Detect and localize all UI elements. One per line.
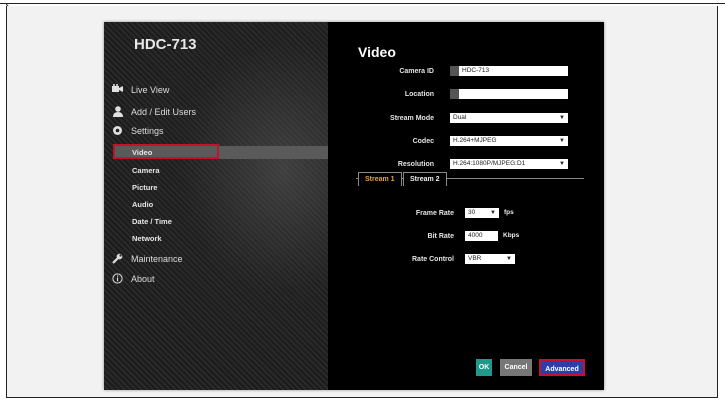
gear-icon [112,125,123,136]
web-ui-screenshot: HDC-713 Live View Add / Edit Users Setti… [104,22,604,390]
page-title: Video [358,44,396,60]
rate-control-select[interactable]: VBR ▼ [465,254,515,264]
sidebar-subitem-audio[interactable]: Audio [132,200,153,209]
stream-mode-label: Stream Mode [390,115,434,122]
tab-stream-1[interactable]: Stream 1 [358,172,402,186]
video-highlight-box [113,144,219,159]
chevron-down-icon: ▼ [559,115,565,121]
field-prefix [450,66,459,76]
rate-control-value: VBR [468,255,482,262]
frame-rate-value: 30 [468,209,476,216]
frame-rate-unit: fps [504,209,514,216]
video-camera-icon [112,84,123,95]
tab-stream-2[interactable]: Stream 2 [403,172,447,186]
sidebar: HDC-713 Live View Add / Edit Users Setti… [104,22,328,390]
sidebar-subitem-camera[interactable]: Camera [132,166,160,175]
info-icon [112,273,123,284]
chevron-down-icon: ▼ [506,256,512,262]
camera-id-label: Camera ID [399,68,434,75]
camera-id-value: HDC-713 [462,67,490,74]
stream-mode-value: Dual [453,114,467,121]
sidebar-subitem-network[interactable]: Network [132,234,162,243]
chevron-down-icon: ▼ [490,210,496,216]
sidebar-subitem-picture[interactable]: Picture [132,183,157,192]
chevron-down-icon: ▼ [559,161,565,167]
cancel-button[interactable]: Cancel [500,359,532,376]
sidebar-item-label: Settings [131,125,164,136]
stream-mode-select[interactable]: Dual ▼ [450,113,568,123]
sidebar-item-maintenance[interactable]: Maintenance [112,253,183,264]
bit-rate-unit: Kbps [503,232,520,239]
codec-value: H.264+MJPEG [453,137,497,144]
rate-control-label: Rate Control [412,256,454,263]
sidebar-item-add-edit-users[interactable]: Add / Edit Users [112,106,196,117]
sidebar-item-settings[interactable]: Settings [112,125,164,136]
bit-rate-input[interactable]: 4000 [465,231,498,241]
device-model-title: HDC-713 [134,36,197,53]
sidebar-item-live-view[interactable]: Live View [112,84,169,95]
frame-top-border [0,3,725,4]
sidebar-subitem-date-time[interactable]: Date / Time [132,217,172,226]
sidebar-item-about[interactable]: About [112,273,155,284]
location-label: Location [404,91,434,98]
codec-label: Codec [412,138,434,145]
codec-select[interactable]: H.264+MJPEG ▼ [450,136,568,146]
camera-id-field[interactable]: HDC-713 [450,66,568,76]
frame-rate-label: Frame Rate [415,210,454,217]
field-prefix [450,89,459,99]
sidebar-item-label: Live View [131,84,170,95]
resolution-select[interactable]: H.264:1080P/MJPEG:D1 ▼ [450,159,568,169]
bit-rate-value: 4000 [468,232,483,239]
location-field[interactable] [450,89,568,99]
sidebar-item-label: About [131,273,155,284]
chevron-down-icon: ▼ [559,138,565,144]
bit-rate-label: Bit Rate [427,233,454,240]
frame-rate-select[interactable]: 30 ▼ [465,208,499,218]
resolution-label: Resolution [397,161,434,168]
advanced-button[interactable]: Advanced [539,359,585,376]
user-icon [112,106,123,117]
ok-button[interactable]: OK [476,359,492,376]
wrench-icon [112,253,123,264]
sidebar-item-label: Maintenance [131,253,183,264]
resolution-value: H.264:1080P/MJPEG:D1 [453,160,526,167]
main-panel: Video Camera ID HDC-713 Location Stream … [328,22,604,390]
sidebar-item-label: Add / Edit Users [131,106,197,117]
